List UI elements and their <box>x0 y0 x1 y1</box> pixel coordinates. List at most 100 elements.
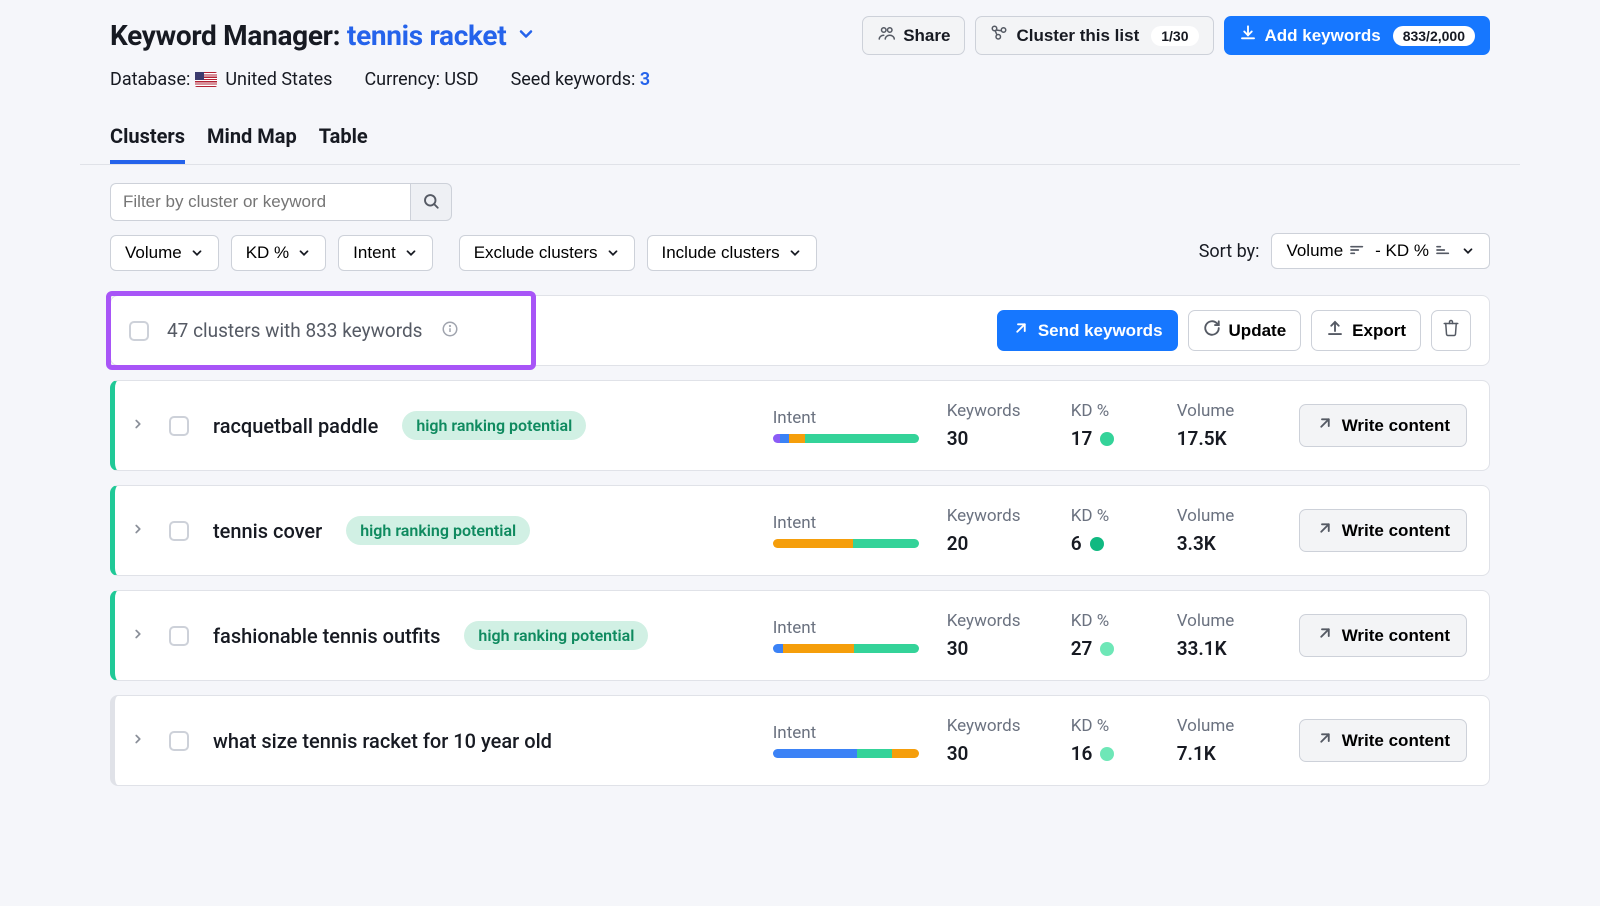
keywords-label: Keywords <box>947 506 1043 526</box>
cluster-row: racquetball paddle high ranking potentia… <box>110 380 1490 471</box>
kd-dot-icon <box>1100 642 1114 656</box>
write-label: Write content <box>1342 626 1450 646</box>
write-label: Write content <box>1342 521 1450 541</box>
intent-segment <box>773 539 853 548</box>
seed-meta: Seed keywords: 3 <box>511 69 651 90</box>
tab-clusters[interactable]: Clusters <box>110 116 185 164</box>
summary-bar: 47 clusters with 833 keywords Send keywo… <box>110 295 1490 366</box>
keywords-value: 20 <box>947 532 1043 555</box>
title-topic[interactable]: tennis racket <box>347 19 507 52</box>
page-title: Keyword Manager: tennis racket <box>110 19 506 52</box>
tab-table[interactable]: Table <box>319 116 368 164</box>
refresh-icon <box>1203 319 1221 342</box>
chevron-right-icon[interactable] <box>131 732 145 750</box>
filter-input[interactable] <box>110 183 410 221</box>
write-content-button[interactable]: Write content <box>1299 404 1467 447</box>
chevron-right-icon[interactable] <box>131 522 145 540</box>
intent-bar <box>773 749 919 758</box>
cluster-name[interactable]: fashionable tennis outfits <box>213 624 440 648</box>
export-button[interactable]: Export <box>1311 310 1421 351</box>
update-label: Update <box>1229 321 1287 341</box>
seed-count[interactable]: 3 <box>640 69 650 90</box>
kd-dot-icon <box>1100 432 1114 446</box>
cluster-name[interactable]: racquetball paddle <box>213 414 378 438</box>
view-tabs: Clusters Mind Map Table <box>80 116 1520 165</box>
send-icon <box>1012 319 1030 342</box>
filter-exclude[interactable]: Exclude clusters <box>459 235 635 271</box>
chevron-down-icon <box>297 246 311 260</box>
cluster-name[interactable]: tennis cover <box>213 519 322 543</box>
sort-desc-icon <box>1349 241 1365 261</box>
export-label: Export <box>1352 321 1406 341</box>
info-icon[interactable] <box>441 320 459 342</box>
cluster-row: what size tennis racket for 10 year old … <box>110 695 1490 786</box>
intent-segment <box>783 644 855 653</box>
seed-label: Seed keywords: <box>511 69 636 90</box>
add-keywords-button[interactable]: Add keywords 833/2,000 <box>1224 16 1491 55</box>
select-all-checkbox[interactable] <box>129 321 149 341</box>
write-label: Write content <box>1342 731 1450 751</box>
kd-dot-icon <box>1090 537 1104 551</box>
kd-label: KD % <box>1071 716 1149 736</box>
write-label: Write content <box>1342 416 1450 436</box>
cluster-icon <box>990 24 1008 47</box>
export-icon <box>1326 319 1344 342</box>
intent-label: Intent <box>773 513 919 533</box>
database-meta: Database: United States <box>110 69 332 90</box>
chevron-right-icon[interactable] <box>131 417 145 435</box>
cluster-checkbox[interactable] <box>169 626 189 646</box>
intent-segment <box>773 749 858 758</box>
intent-segment <box>853 539 919 548</box>
write-icon <box>1316 519 1334 542</box>
volume-label: Volume <box>1177 506 1257 526</box>
cluster-list-button[interactable]: Cluster this list 1/30 <box>975 16 1213 55</box>
intent-segment <box>857 749 892 758</box>
sort-button[interactable]: Volume - KD % <box>1271 233 1490 269</box>
intent-label: Intent <box>773 618 919 638</box>
cluster-checkbox[interactable] <box>169 731 189 751</box>
tab-mind-map[interactable]: Mind Map <box>207 116 297 164</box>
volume-label: Volume <box>1177 611 1257 631</box>
delete-button[interactable] <box>1431 310 1471 351</box>
volume-label: Volume <box>1177 716 1257 736</box>
share-icon <box>877 24 895 47</box>
sort-asc-icon <box>1435 241 1451 261</box>
chevron-down-icon <box>190 246 204 260</box>
intent-bar <box>773 644 919 653</box>
ranking-badge: high ranking potential <box>464 621 648 650</box>
write-icon <box>1316 729 1334 752</box>
kd-value: 27 <box>1071 637 1149 660</box>
kd-dot-icon <box>1100 747 1114 761</box>
volume-value: 33.1K <box>1177 637 1257 660</box>
title-prefix: Keyword Manager: <box>110 19 340 52</box>
cluster-checkbox[interactable] <box>169 521 189 541</box>
cluster-row: tennis cover high ranking potential Inte… <box>110 485 1490 576</box>
intent-segment <box>892 749 918 758</box>
write-content-button[interactable]: Write content <box>1299 719 1467 762</box>
filter-intent-label: Intent <box>353 243 396 263</box>
update-button[interactable]: Update <box>1188 310 1302 351</box>
filter-include[interactable]: Include clusters <box>647 235 817 271</box>
keywords-label: Keywords <box>947 611 1043 631</box>
currency-meta: Currency: USD <box>364 69 478 90</box>
volume-label: Volume <box>1177 401 1257 421</box>
search-button[interactable] <box>410 183 452 221</box>
filter-volume[interactable]: Volume <box>110 235 219 271</box>
database-value: United States <box>225 69 332 90</box>
write-content-button[interactable]: Write content <box>1299 509 1467 552</box>
send-keywords-button[interactable]: Send keywords <box>997 310 1178 351</box>
share-button[interactable]: Share <box>862 16 965 55</box>
filter-include-label: Include clusters <box>662 243 780 263</box>
filter-kd[interactable]: KD % <box>231 235 326 271</box>
sort-primary: Volume <box>1286 241 1343 261</box>
chevron-right-icon[interactable] <box>131 627 145 645</box>
filter-exclude-label: Exclude clusters <box>474 243 598 263</box>
intent-segment <box>780 434 789 443</box>
chevron-down-icon[interactable] <box>516 24 536 48</box>
cluster-name[interactable]: what size tennis racket for 10 year old <box>213 729 552 753</box>
keywords-value: 30 <box>947 427 1043 450</box>
write-content-button[interactable]: Write content <box>1299 614 1467 657</box>
filter-intent[interactable]: Intent <box>338 235 433 271</box>
cluster-checkbox[interactable] <box>169 416 189 436</box>
filter-kd-label: KD % <box>246 243 289 263</box>
